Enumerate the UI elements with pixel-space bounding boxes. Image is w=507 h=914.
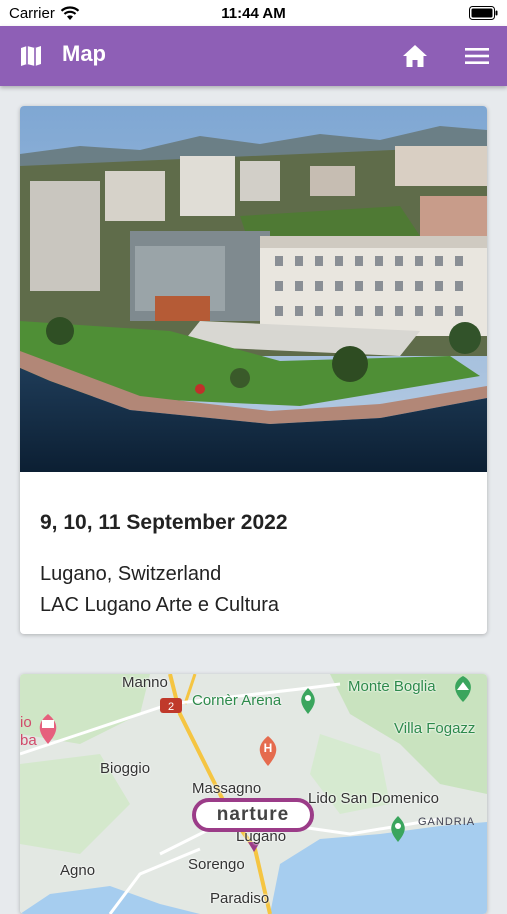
map-label-lido: Lido San Domenico (308, 790, 439, 807)
map-label-monte-boglia: Monte Boglia (348, 678, 436, 695)
event-card[interactable]: 9, 10, 11 September 2022 Lugano, Switzer… (20, 106, 487, 634)
map-label-bioggio: Bioggio (100, 760, 151, 777)
battery-icon (469, 6, 498, 20)
map-label-massagno: Massagno (192, 780, 262, 797)
narture-marker[interactable]: narture (192, 798, 314, 832)
svg-text:H: H (264, 741, 273, 755)
event-info: 9, 10, 11 September 2022 Lugano, Switzer… (40, 511, 467, 621)
page-title: Map (62, 41, 106, 66)
road-number-label: 2 (168, 701, 174, 713)
event-city: Lugano, Switzerland (40, 563, 222, 585)
map-label-agno: Agno (60, 862, 96, 879)
event-venue: LAC Lugano Arte e Cultura (40, 594, 280, 616)
menu-icon[interactable] (463, 43, 491, 69)
map-label-manno: Manno (122, 674, 168, 691)
map-label-paradiso: Paradiso (210, 890, 270, 907)
map-label-sorengo: Sorengo (188, 856, 245, 873)
map-label-gandria: GANDRIA (418, 816, 476, 828)
map-label-villa-fogazz: Villa Fogazz (394, 720, 476, 737)
status-bar: Carrier 11:44 AM (0, 0, 507, 26)
map-card[interactable]: 2 H Manno Cornèr Arena Monte Boglia Vill… (20, 674, 487, 914)
app-bar: Map (0, 26, 507, 86)
map-label-edge-bottom: ba (20, 732, 37, 749)
home-icon[interactable] (401, 42, 429, 70)
map-icon (21, 46, 41, 66)
event-photo (20, 106, 487, 472)
clock: 11:44 AM (221, 5, 286, 22)
event-date: 9, 10, 11 September 2022 (40, 511, 288, 534)
map-label-edge-top: io (20, 714, 32, 731)
map-label-corner-arena: Cornèr Arena (192, 692, 282, 709)
